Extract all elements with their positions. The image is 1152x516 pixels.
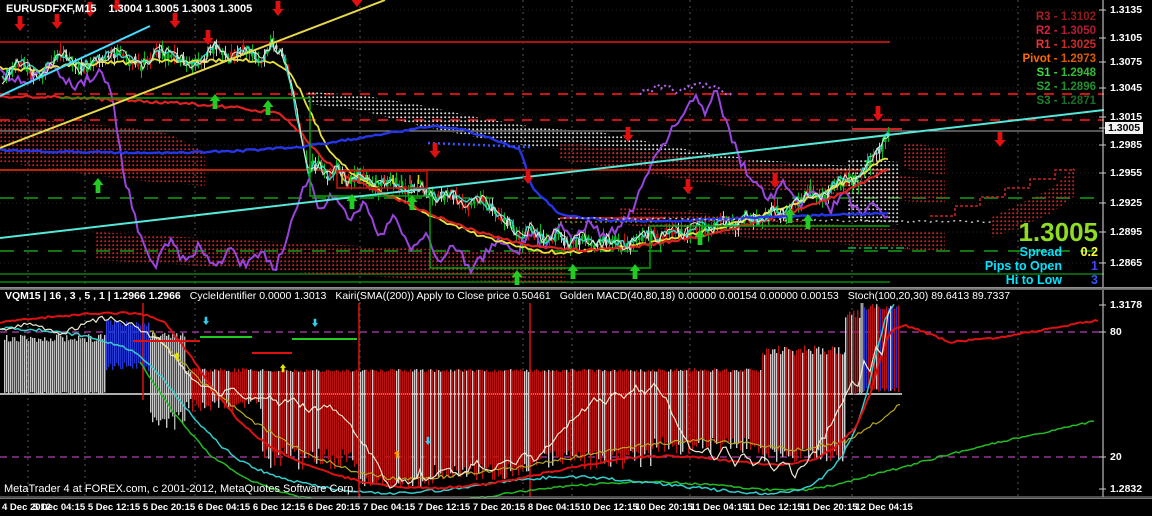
price-tick-label: 20 xyxy=(1110,451,1122,463)
indicator-macd-label: Golden MACD(40,80,18) 0.00000 0.00154 0.… xyxy=(560,290,839,302)
price-tick-label: 1.3045 xyxy=(1110,82,1142,94)
indicator-plot xyxy=(0,302,1104,509)
price-tick-label: 1.3135 xyxy=(1110,4,1142,16)
time-axis-label: 5 Dec 04:15 xyxy=(33,502,85,513)
chart-title: EURUSDFXF,M15 1.3004 1.3005 1.3003 1.300… xyxy=(6,3,252,15)
price-tick-label: 1.2832 xyxy=(1110,483,1142,495)
time-axis-label: 11 Dec 04:15 xyxy=(690,502,747,513)
price-tick-label: 1.3105 xyxy=(1110,32,1142,44)
time-axis-label: 10 Dec 12:15 xyxy=(580,502,638,513)
info-row: Spread0.2 xyxy=(985,245,1098,259)
indicator-vq-label: VQM15 | 16 , 3 , 5 , 1 | 1.2966 1.2966 xyxy=(5,290,181,302)
price-tick-label: 1.3178 xyxy=(1110,299,1142,311)
mt4-chart-window: EURUSDFXF,M15 1.3004 1.3005 1.3003 1.300… xyxy=(0,0,1152,516)
pivot-level-row: Pivot - 1.2973 xyxy=(1022,52,1096,66)
time-axis-label: 8 Dec 04:15 xyxy=(528,502,580,513)
info-row: Pips to Open1 xyxy=(985,259,1098,273)
price-tick-label: 1.2865 xyxy=(1110,257,1142,269)
time-axis-label: 7 Dec 12:15 xyxy=(418,502,470,513)
info-row: Hi to Low3 xyxy=(985,273,1098,287)
pivot-level-row: R3 - 1.3102 xyxy=(1022,10,1096,24)
time-axis-label: 5 Dec 12:15 xyxy=(88,502,140,513)
price-tick-label: 1.2985 xyxy=(1110,139,1142,151)
indicator-stoch-label: Stoch(100,20,30) 89.6413 89.7337 xyxy=(848,290,1010,302)
main-chart-plot xyxy=(0,0,1104,288)
pivot-levels-list: R3 - 1.3102R2 - 1.3050R1 - 1.3025Pivot -… xyxy=(1022,10,1096,108)
price-info-panel: 1.3005 Spread0.2Pips to Open1Hi to Low3D… xyxy=(985,219,1098,288)
price-tick-label: 1.3075 xyxy=(1110,56,1142,68)
time-axis-label: 7 Dec 20:15 xyxy=(473,502,525,513)
time-axis-label: 11 Dec 20:15 xyxy=(800,502,857,513)
time-axis-label: 5 Dec 20:15 xyxy=(143,502,195,513)
chart-canvas[interactable] xyxy=(0,0,1152,516)
indicator-cycle-label: CycleIdentifier 0.0000 1.3013 xyxy=(190,290,327,302)
price-tick-label: 80 xyxy=(1110,326,1122,338)
ohlc-values: 1.3004 1.3005 1.3003 1.3005 xyxy=(108,3,252,15)
time-axis-label: 6 Dec 04:15 xyxy=(198,502,250,513)
copyright-text: MetaTrader 4 at FOREX.com, c 2001-2012, … xyxy=(4,483,356,495)
price-axis[interactable]: 1.31351.31051.30751.30451.30151.29851.29… xyxy=(1104,0,1152,497)
indicator-header: VQM15 | 16 , 3 , 5 , 1 | 1.2966 1.2966 C… xyxy=(5,290,1010,302)
symbol-period-label: EURUSDFXF,M15 xyxy=(6,3,96,15)
time-axis-label: 6 Dec 20:15 xyxy=(308,502,360,513)
time-axis-label: 10 Dec 20:15 xyxy=(635,502,693,513)
time-axis-label: 12 Dec 04:15 xyxy=(855,502,913,513)
price-info-rows: Spread0.2Pips to Open1Hi to Low3Daily Av… xyxy=(985,245,1098,288)
time-axis-label: 7 Dec 04:15 xyxy=(363,502,415,513)
time-axis-label: 11 Dec 12:15 xyxy=(745,502,802,513)
pivot-level-row: S3 - 1.2871 xyxy=(1022,94,1096,108)
price-tick-label: 1.2895 xyxy=(1110,226,1142,238)
current-price-tag: 1.3005 xyxy=(1105,122,1143,134)
pivot-level-row: R1 - 1.3025 xyxy=(1022,38,1096,52)
price-tick-label: 1.2925 xyxy=(1110,197,1142,209)
time-axis[interactable]: 4 Dec 20125 Dec 04:155 Dec 12:155 Dec 20… xyxy=(0,498,1152,516)
pivot-level-row: S1 - 1.2948 xyxy=(1022,66,1096,80)
current-price-display: 1.3005 xyxy=(985,219,1098,245)
info-row: Daily Av6 xyxy=(985,287,1098,288)
pivot-level-row: S2 - 1.2896 xyxy=(1022,80,1096,94)
indicator-kairi-label: Kairi(SMA((200)) Apply to Close price 0.… xyxy=(335,290,550,302)
time-axis-label: 6 Dec 12:15 xyxy=(253,502,305,513)
pivot-level-row: R2 - 1.3050 xyxy=(1022,24,1096,38)
price-tick-label: 1.2955 xyxy=(1110,167,1142,179)
